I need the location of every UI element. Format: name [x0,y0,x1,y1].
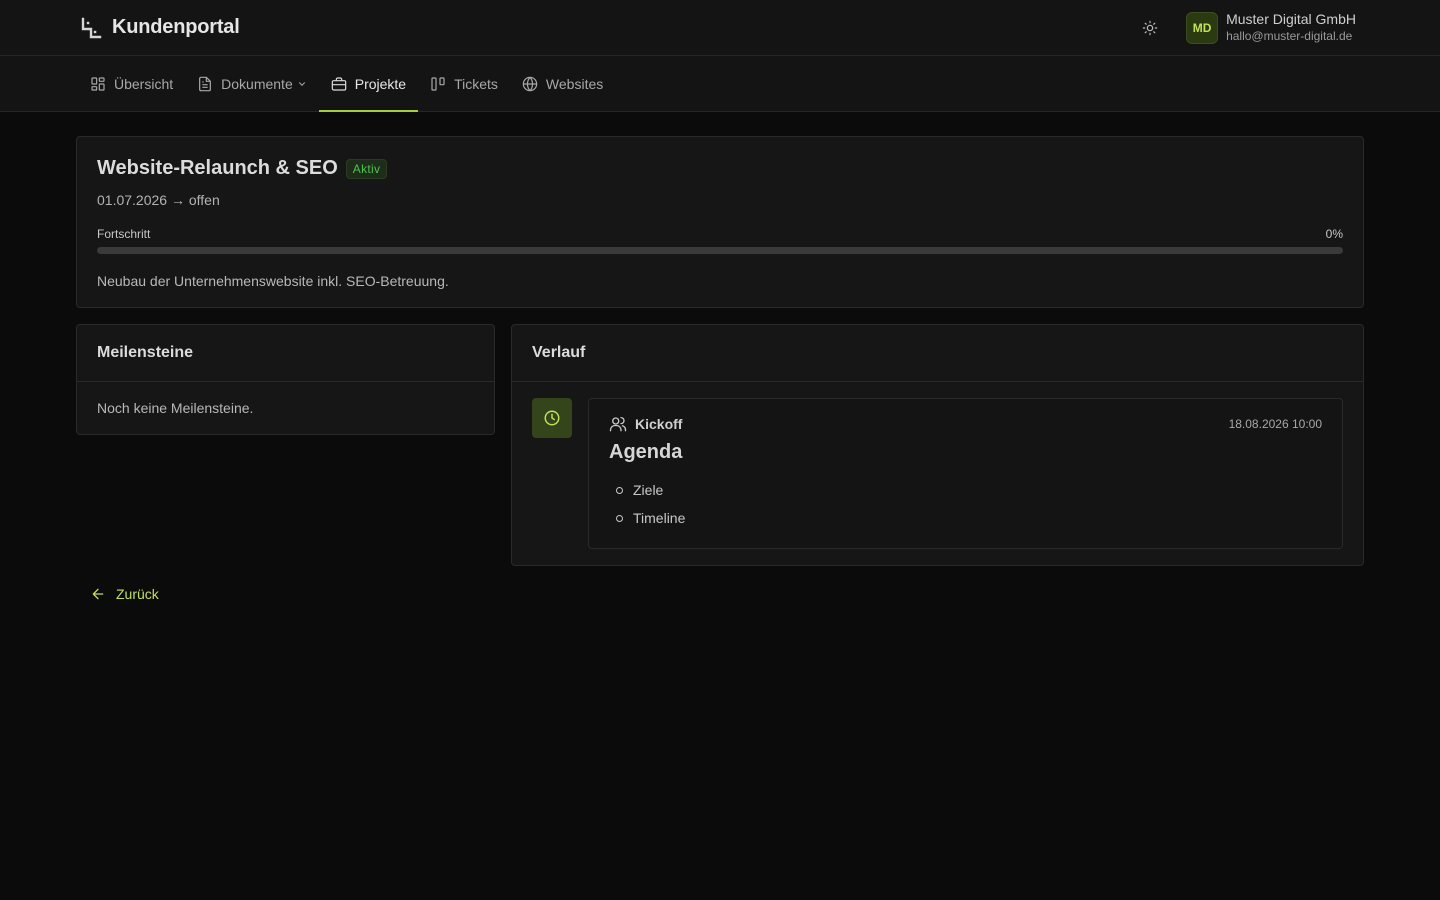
history-card: Verlauf Kickoff 18.08.2026 10:00 Agenda … [511,324,1364,566]
nav-label: Projekte [354,75,407,92]
milestones-title: Meilensteine [77,325,494,382]
avatar: MD [1186,11,1219,44]
entry-title: Agenda [609,441,683,463]
nav-label: Tickets [454,75,498,92]
status-badge: Aktiv [345,158,388,179]
back-link[interactable]: Zurück [90,586,159,602]
brand-name: Kundenportal [112,16,240,38]
project-dates: 01.07.2026 → offen [97,192,220,208]
nav-item-tickets[interactable]: Tickets [418,56,510,111]
back-label: Zurück [116,586,159,602]
entry-timestamp: 18.08.2026 10:00 [1228,417,1322,431]
entry-type: Kickoff [635,416,683,432]
nav-item-projekte[interactable]: Projekte [318,56,419,112]
nav-item-dokumente[interactable]: Dokumente [185,56,319,111]
theme-toggle-sun-icon[interactable] [1136,14,1164,42]
list-item: Ziele [609,476,1322,504]
user-menu[interactable]: MD Muster Digital GmbH hallo@muster-digi… [1186,11,1356,44]
user-name: Muster Digital GmbH [1226,11,1356,28]
project-description: Neubau der Unternehmenswebsite inkl. SEO… [97,273,449,289]
globe-icon [522,76,538,91]
kanban-icon [431,76,445,91]
progress-bar [97,247,1343,254]
nav-item-uebersicht[interactable]: Übersicht [78,56,185,111]
arrow-left-icon [92,588,104,600]
briefcase-icon [331,76,347,91]
page-title: Website-Relaunch & SEO [97,157,338,179]
user-email: hallo@muster-digital.de [1226,29,1353,44]
history-title: Verlauf [512,325,1363,382]
users-icon [609,416,627,432]
entry-list: Ziele Timeline [609,476,1322,532]
top-bar: Kundenportal MD Muster Digital GmbH hall… [0,0,1440,56]
nav-item-websites[interactable]: Websites [510,56,615,111]
clock-icon [532,398,572,438]
project-card: Website-Relaunch & SEO Aktiv 01.07.2026 … [76,136,1364,308]
document-icon [199,76,212,91]
list-item: Timeline [609,504,1322,532]
progress-label: Fortschritt [97,227,151,241]
main-content: Website-Relaunch & SEO Aktiv 01.07.2026 … [0,112,1440,605]
progress-value: 0% [1325,227,1343,241]
main-nav: Übersicht Dokumente Projekte Tickets Web… [0,56,1440,112]
nav-label: Übersicht [114,75,174,92]
nav-label: Websites [545,75,604,92]
chevron-down-icon [298,81,305,86]
logo-icon [79,16,102,39]
milestones-empty: Noch keine Meilensteine. [97,400,254,416]
history-entry: Kickoff 18.08.2026 10:00 Agenda Ziele Ti… [512,382,1363,565]
dashboard-icon [91,76,105,91]
milestones-card: Meilensteine Noch keine Meilensteine. [76,324,495,435]
nav-label: Dokumente [221,75,293,92]
brand[interactable]: Kundenportal [79,16,240,39]
history-entry-card: Kickoff 18.08.2026 10:00 Agenda Ziele Ti… [588,398,1343,549]
